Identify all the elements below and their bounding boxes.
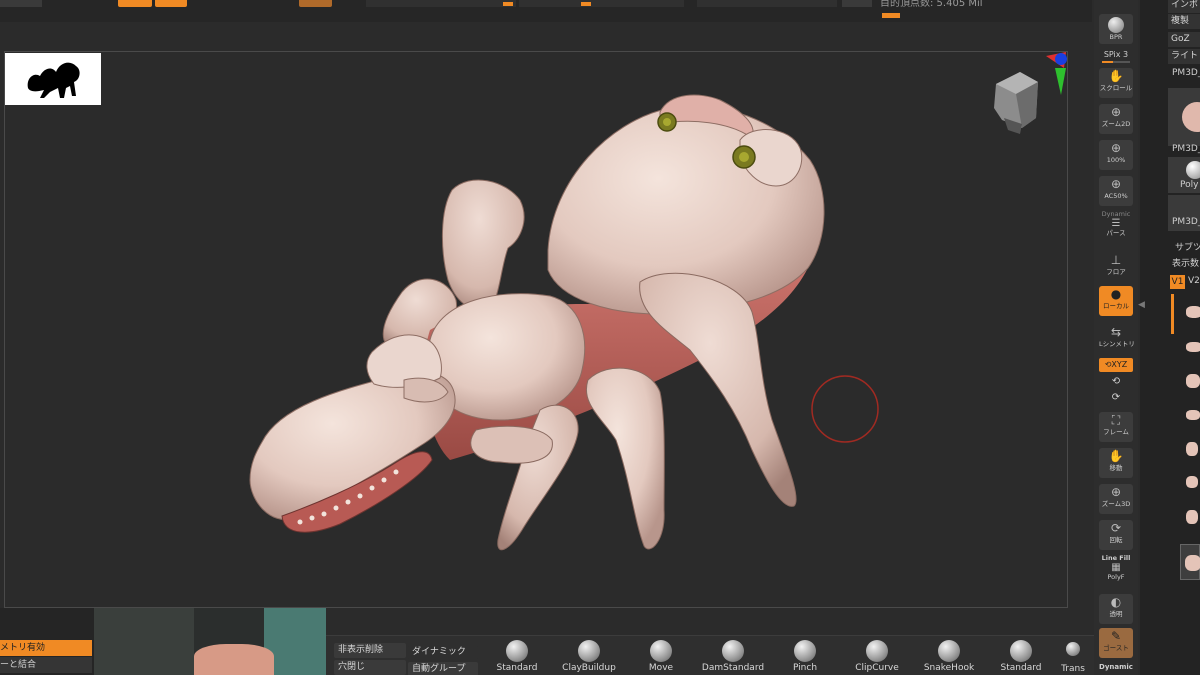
xyz-rotate-button[interactable]: ⟲XYZ <box>1099 358 1133 372</box>
half-size-icon: ⊕ <box>1110 177 1122 191</box>
brush-clipcurve[interactable]: ClipCurve <box>842 638 912 675</box>
polyframe-button[interactable]: Line Fill ▦ PolyF <box>1099 554 1133 584</box>
subtool-scrollbar[interactable] <box>1171 294 1174 334</box>
brush-cursor <box>811 375 879 443</box>
lightbox-button[interactable]: ライト <box>1168 49 1200 64</box>
floor-icon: ⊥ <box>1110 253 1122 267</box>
brush-snakehook[interactable]: SnakeHook <box>914 638 984 675</box>
subtool-item[interactable] <box>1180 332 1200 362</box>
brush-move[interactable]: Move <box>626 638 696 675</box>
v2-button[interactable]: V2 <box>1188 276 1200 286</box>
spix-label: SPix 3 <box>1103 50 1129 59</box>
lsym-button[interactable]: ⇆ Lシンメトリ <box>1099 324 1135 354</box>
close-holes-button[interactable]: 穴閉じ <box>334 660 406 675</box>
half-size-button[interactable]: ⊕ AC50% <box>1099 176 1133 206</box>
bpr-button[interactable]: BPR <box>1099 14 1133 44</box>
brush-clipcurve-icon <box>866 640 888 662</box>
brush-snakehook-icon <box>938 640 960 662</box>
y-rotate-icon[interactable]: ⟲ <box>1094 376 1138 387</box>
brush-damstandard-icon <box>722 640 744 662</box>
subtool-item[interactable] <box>1180 366 1200 396</box>
perspective-button[interactable]: Dynamic ☰ パース <box>1099 210 1133 240</box>
tool-name-label-2: PM3D_ <box>1172 144 1200 154</box>
zoom3d-icon: ⊕ <box>1110 485 1122 499</box>
polysphere-label: Poly <box>1180 180 1199 190</box>
import-button[interactable]: インポ <box>1168 0 1200 13</box>
clone-button[interactable]: 複製 <box>1168 14 1200 29</box>
brush-claybuildup-icon <box>578 640 600 662</box>
rotate-icon: ⟳ <box>1110 521 1122 535</box>
brush-standard-2-icon <box>1010 640 1032 662</box>
brush-transpose[interactable]: Trans <box>1054 638 1092 675</box>
actual-size-icon: ⊕ <box>1110 141 1122 155</box>
frame-button[interactable]: ⛶ フレーム <box>1099 412 1133 442</box>
xyz-label: XYZ <box>1111 360 1128 369</box>
auto-group-button[interactable]: 自動グループ <box>408 662 478 675</box>
zoom2d-icon: ⊕ <box>1110 105 1122 119</box>
tool-name-label: PM3D_ <box>1172 68 1200 78</box>
delete-hidden-button[interactable]: 非表示削除 <box>334 643 406 658</box>
brush-standard[interactable]: Standard <box>482 638 552 675</box>
local-button[interactable]: ● ローカル <box>1099 286 1133 316</box>
z-rotate-icon[interactable]: ⟳ <box>1094 392 1138 403</box>
transparency-button[interactable]: ◐ 透明 <box>1099 594 1133 624</box>
polyframe-icon: ▦ <box>1111 562 1121 573</box>
creature-model <box>249 94 825 551</box>
subtool-header[interactable]: サブツ <box>1175 240 1200 253</box>
subtool-item[interactable] <box>1180 468 1200 498</box>
dynamic-button[interactable]: ダイナミック <box>408 645 478 660</box>
silhouette-thumbnail <box>5 53 101 105</box>
reference-photo <box>94 608 326 675</box>
goz-button[interactable]: GoZ <box>1168 32 1200 47</box>
dynamic-bottom-label: Dynamic <box>1099 663 1133 671</box>
subtool-item[interactable] <box>1180 298 1200 328</box>
navigation-cube[interactable] <box>994 52 1067 134</box>
subtool-item[interactable] <box>1180 400 1200 430</box>
move-hand-icon: ✋ <box>1108 449 1124 463</box>
move-button[interactable]: ✋ 移動 <box>1099 448 1133 478</box>
right-shelf: BPR SPix 3 ✋ スクロール ⊕ ズーム2D ⊕ 100% ⊕ AC50% Dy… <box>1094 0 1138 675</box>
brush-standard-icon <box>506 640 528 662</box>
floor-button[interactable]: ⊥ フロア <box>1099 252 1133 282</box>
brush-pinch[interactable]: Pinch <box>770 638 840 675</box>
zoom3d-button[interactable]: ⊕ ズーム3D <box>1099 484 1133 514</box>
transparency-icon: ◐ <box>1110 595 1122 609</box>
brush-standard-2[interactable]: Standard <box>986 638 1056 675</box>
zoom2d-button[interactable]: ⊕ ズーム2D <box>1099 104 1133 134</box>
tool-name-label-3: PM3D_ <box>1172 217 1200 227</box>
ghost-button[interactable]: ✎ ゴースト <box>1099 628 1133 658</box>
scroll-button[interactable]: ✋ スクロール <box>1099 68 1133 98</box>
brush-transpose-icon <box>1066 642 1080 656</box>
subtool-item-selected[interactable] <box>1180 544 1200 580</box>
brush-pinch-icon <box>794 640 816 662</box>
geometry-enable-button[interactable]: メトリ有効 <box>0 640 92 656</box>
frame-icon: ⛶ <box>1111 413 1121 427</box>
brush-move-icon <box>650 640 672 662</box>
scroll-icon: ✋ <box>1108 69 1124 83</box>
ghost-icon: ✎ <box>1110 629 1122 643</box>
spix-slider[interactable] <box>1102 61 1130 63</box>
subtool-item[interactable] <box>1180 434 1200 464</box>
merge-button[interactable]: ーと結合 <box>0 657 92 673</box>
perspective-icon: ☰ <box>1111 218 1121 229</box>
subtool-item[interactable] <box>1180 502 1200 532</box>
bpr-label: BPR <box>1109 33 1123 41</box>
rotate-button[interactable]: ⟳ 回転 <box>1099 520 1133 550</box>
actual-size-button[interactable]: ⊕ 100% <box>1099 140 1133 170</box>
brush-claybuildup[interactable]: ClayBuildup <box>554 638 624 675</box>
local-icon: ● <box>1110 287 1122 301</box>
tray-collapse-handle[interactable]: ◀ <box>1138 300 1146 330</box>
v1-button[interactable]: V1 <box>1170 275 1185 289</box>
symmetry-icon: ⇆ <box>1110 325 1122 339</box>
brush-damstandard[interactable]: DamStandard <box>698 638 768 675</box>
tool-thumbnail[interactable] <box>1168 88 1200 146</box>
display-count-label: 表示数 <box>1172 259 1200 269</box>
model-viewport-svg[interactable] <box>0 0 1092 632</box>
bpr-sphere-icon <box>1108 17 1124 33</box>
